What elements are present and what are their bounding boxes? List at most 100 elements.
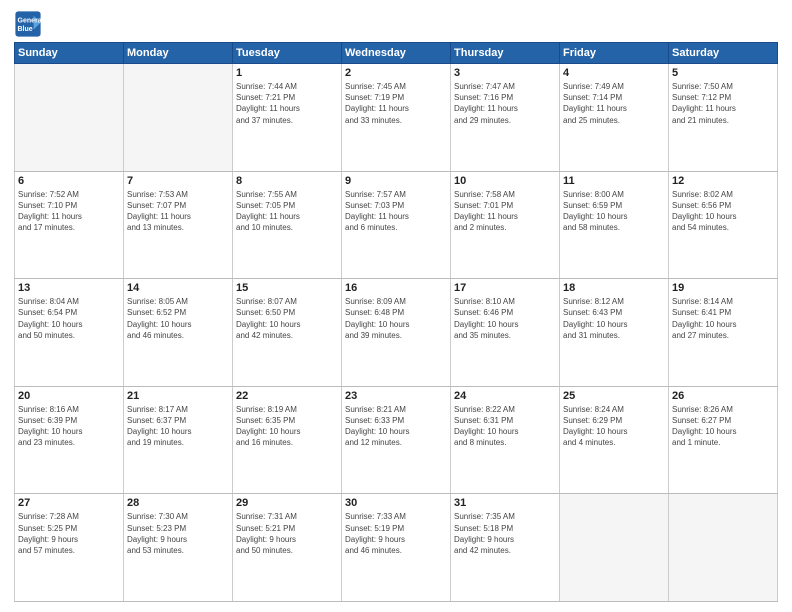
day-number: 23 [345, 390, 447, 402]
day-cell: 16 Sunrise: 8:09 AM Sunset: 6:48 PM Dayli… [342, 279, 451, 387]
day-cell: 30 Sunrise: 7:33 AM Sunset: 5:19 PM Dayli… [342, 494, 451, 602]
day-info: Sunrise: 7:57 AM Sunset: 7:03 PM Dayligh… [345, 189, 447, 234]
weekday-header-tuesday: Tuesday [233, 43, 342, 64]
day-info: Sunrise: 8:19 AM Sunset: 6:35 PM Dayligh… [236, 404, 338, 449]
day-cell [15, 64, 124, 172]
day-info: Sunrise: 8:09 AM Sunset: 6:48 PM Dayligh… [345, 296, 447, 341]
day-number: 24 [454, 390, 556, 402]
weekday-header-wednesday: Wednesday [342, 43, 451, 64]
day-cell: 10 Sunrise: 7:58 AM Sunset: 7:01 PM Dayli… [451, 171, 560, 279]
day-number: 25 [563, 390, 665, 402]
week-row-5: 27Sunrise: 7:28 AM Sunset: 5:25 PM Dayli… [15, 494, 778, 602]
day-number: 21 [127, 390, 229, 402]
weekday-header-friday: Friday [560, 43, 669, 64]
day-info: Sunrise: 8:12 AM Sunset: 6:43 PM Dayligh… [563, 296, 665, 341]
svg-text:Blue: Blue [18, 26, 33, 33]
day-number: 22 [236, 390, 338, 402]
day-cell: 2Sunrise: 7:45 AM Sunset: 7:19 PM Daylig… [342, 64, 451, 172]
week-row-2: 6Sunrise: 7:52 AM Sunset: 7:10 PM Daylig… [15, 171, 778, 279]
day-number: 26 [672, 390, 774, 402]
day-cell: 27Sunrise: 7:28 AM Sunset: 5:25 PM Dayli… [15, 494, 124, 602]
day-cell: 19 Sunrise: 8:14 AM Sunset: 6:41 PM Dayli… [669, 279, 778, 387]
day-cell: 29 Sunrise: 7:31 AM Sunset: 5:21 PM Dayli… [233, 494, 342, 602]
day-cell: 5Sunrise: 7:50 AM Sunset: 7:12 PM Daylig… [669, 64, 778, 172]
day-info: Sunrise: 7:31 AM Sunset: 5:21 PM Dayligh… [236, 511, 338, 556]
day-info: Sunrise: 8:26 AM Sunset: 6:27 PM Dayligh… [672, 404, 774, 449]
day-number: 7 [127, 175, 229, 187]
day-cell: 4Sunrise: 7:49 AM Sunset: 7:14 PM Daylig… [560, 64, 669, 172]
day-info: Sunrise: 8:17 AM Sunset: 6:37 PM Dayligh… [127, 404, 229, 449]
day-cell: 18 Sunrise: 8:12 AM Sunset: 6:43 PM Dayli… [560, 279, 669, 387]
day-number: 3 [454, 67, 556, 79]
day-number: 9 [345, 175, 447, 187]
day-cell: 21 Sunrise: 8:17 AM Sunset: 6:37 PM Dayli… [124, 386, 233, 494]
day-number: 16 [345, 282, 447, 294]
day-cell: 14Sunrise: 8:05 AM Sunset: 6:52 PM Dayli… [124, 279, 233, 387]
day-cell [669, 494, 778, 602]
day-info: Sunrise: 7:49 AM Sunset: 7:14 PM Dayligh… [563, 81, 665, 126]
day-info: Sunrise: 7:44 AM Sunset: 7:21 PM Dayligh… [236, 81, 338, 126]
day-cell: 26 Sunrise: 8:26 AM Sunset: 6:27 PM Dayli… [669, 386, 778, 494]
day-info: Sunrise: 8:14 AM Sunset: 6:41 PM Dayligh… [672, 296, 774, 341]
day-cell: 24 Sunrise: 8:22 AM Sunset: 6:31 PM Dayli… [451, 386, 560, 494]
day-info: Sunrise: 7:30 AM Sunset: 5:23 PM Dayligh… [127, 511, 229, 556]
day-number: 29 [236, 497, 338, 509]
day-info: Sunrise: 8:10 AM Sunset: 6:46 PM Dayligh… [454, 296, 556, 341]
day-info: Sunrise: 8:21 AM Sunset: 6:33 PM Dayligh… [345, 404, 447, 449]
day-number: 30 [345, 497, 447, 509]
day-cell: 7 Sunrise: 7:53 AM Sunset: 7:07 PM Daylig… [124, 171, 233, 279]
day-info: Sunrise: 7:55 AM Sunset: 7:05 PM Dayligh… [236, 189, 338, 234]
weekday-header-monday: Monday [124, 43, 233, 64]
day-number: 17 [454, 282, 556, 294]
day-info: Sunrise: 7:33 AM Sunset: 5:19 PM Dayligh… [345, 511, 447, 556]
page: General Blue SundayMondayTuesdayWednesda… [0, 0, 792, 612]
day-number: 18 [563, 282, 665, 294]
day-cell: 6Sunrise: 7:52 AM Sunset: 7:10 PM Daylig… [15, 171, 124, 279]
day-info: Sunrise: 8:02 AM Sunset: 6:56 PM Dayligh… [672, 189, 774, 234]
day-cell: 12 Sunrise: 8:02 AM Sunset: 6:56 PM Dayli… [669, 171, 778, 279]
day-cell: 17 Sunrise: 8:10 AM Sunset: 6:46 PM Dayli… [451, 279, 560, 387]
day-info: Sunrise: 8:00 AM Sunset: 6:59 PM Dayligh… [563, 189, 665, 234]
week-row-4: 20Sunrise: 8:16 AM Sunset: 6:39 PM Dayli… [15, 386, 778, 494]
day-info: Sunrise: 8:22 AM Sunset: 6:31 PM Dayligh… [454, 404, 556, 449]
day-info: Sunrise: 7:45 AM Sunset: 7:19 PM Dayligh… [345, 81, 447, 126]
day-number: 28 [127, 497, 229, 509]
day-info: Sunrise: 7:47 AM Sunset: 7:16 PM Dayligh… [454, 81, 556, 126]
day-info: Sunrise: 8:24 AM Sunset: 6:29 PM Dayligh… [563, 404, 665, 449]
day-info: Sunrise: 7:35 AM Sunset: 5:18 PM Dayligh… [454, 511, 556, 556]
day-number: 15 [236, 282, 338, 294]
day-info: Sunrise: 7:52 AM Sunset: 7:10 PM Dayligh… [18, 189, 120, 234]
day-number: 11 [563, 175, 665, 187]
day-cell [124, 64, 233, 172]
day-info: Sunrise: 8:16 AM Sunset: 6:39 PM Dayligh… [18, 404, 120, 449]
day-number: 31 [454, 497, 556, 509]
day-cell: 8 Sunrise: 7:55 AM Sunset: 7:05 PM Daylig… [233, 171, 342, 279]
day-cell: 20Sunrise: 8:16 AM Sunset: 6:39 PM Dayli… [15, 386, 124, 494]
day-info: Sunrise: 7:53 AM Sunset: 7:07 PM Dayligh… [127, 189, 229, 234]
day-number: 19 [672, 282, 774, 294]
calendar-table: SundayMondayTuesdayWednesdayThursdayFrid… [14, 42, 778, 602]
day-cell: 1 Sunrise: 7:44 AM Sunset: 7:21 PM Daylig… [233, 64, 342, 172]
svg-text:General: General [18, 18, 43, 25]
day-cell: 9 Sunrise: 7:57 AM Sunset: 7:03 PM Daylig… [342, 171, 451, 279]
day-number: 12 [672, 175, 774, 187]
weekday-header-row: SundayMondayTuesdayWednesdayThursdayFrid… [15, 43, 778, 64]
day-cell: 13Sunrise: 8:04 AM Sunset: 6:54 PM Dayli… [15, 279, 124, 387]
day-cell: 25 Sunrise: 8:24 AM Sunset: 6:29 PM Dayli… [560, 386, 669, 494]
day-number: 8 [236, 175, 338, 187]
day-cell: 31 Sunrise: 7:35 AM Sunset: 5:18 PM Dayli… [451, 494, 560, 602]
day-cell: 22 Sunrise: 8:19 AM Sunset: 6:35 PM Dayli… [233, 386, 342, 494]
day-info: Sunrise: 7:28 AM Sunset: 5:25 PM Dayligh… [18, 511, 120, 556]
day-number: 14 [127, 282, 229, 294]
day-info: Sunrise: 7:58 AM Sunset: 7:01 PM Dayligh… [454, 189, 556, 234]
weekday-header-sunday: Sunday [15, 43, 124, 64]
logo: General Blue [14, 10, 42, 38]
week-row-3: 13Sunrise: 8:04 AM Sunset: 6:54 PM Dayli… [15, 279, 778, 387]
day-cell: 23 Sunrise: 8:21 AM Sunset: 6:33 PM Dayli… [342, 386, 451, 494]
header: General Blue [14, 10, 778, 38]
day-number: 10 [454, 175, 556, 187]
day-cell [560, 494, 669, 602]
day-number: 13 [18, 282, 120, 294]
week-row-1: 1 Sunrise: 7:44 AM Sunset: 7:21 PM Daylig… [15, 64, 778, 172]
day-number: 1 [236, 67, 338, 79]
